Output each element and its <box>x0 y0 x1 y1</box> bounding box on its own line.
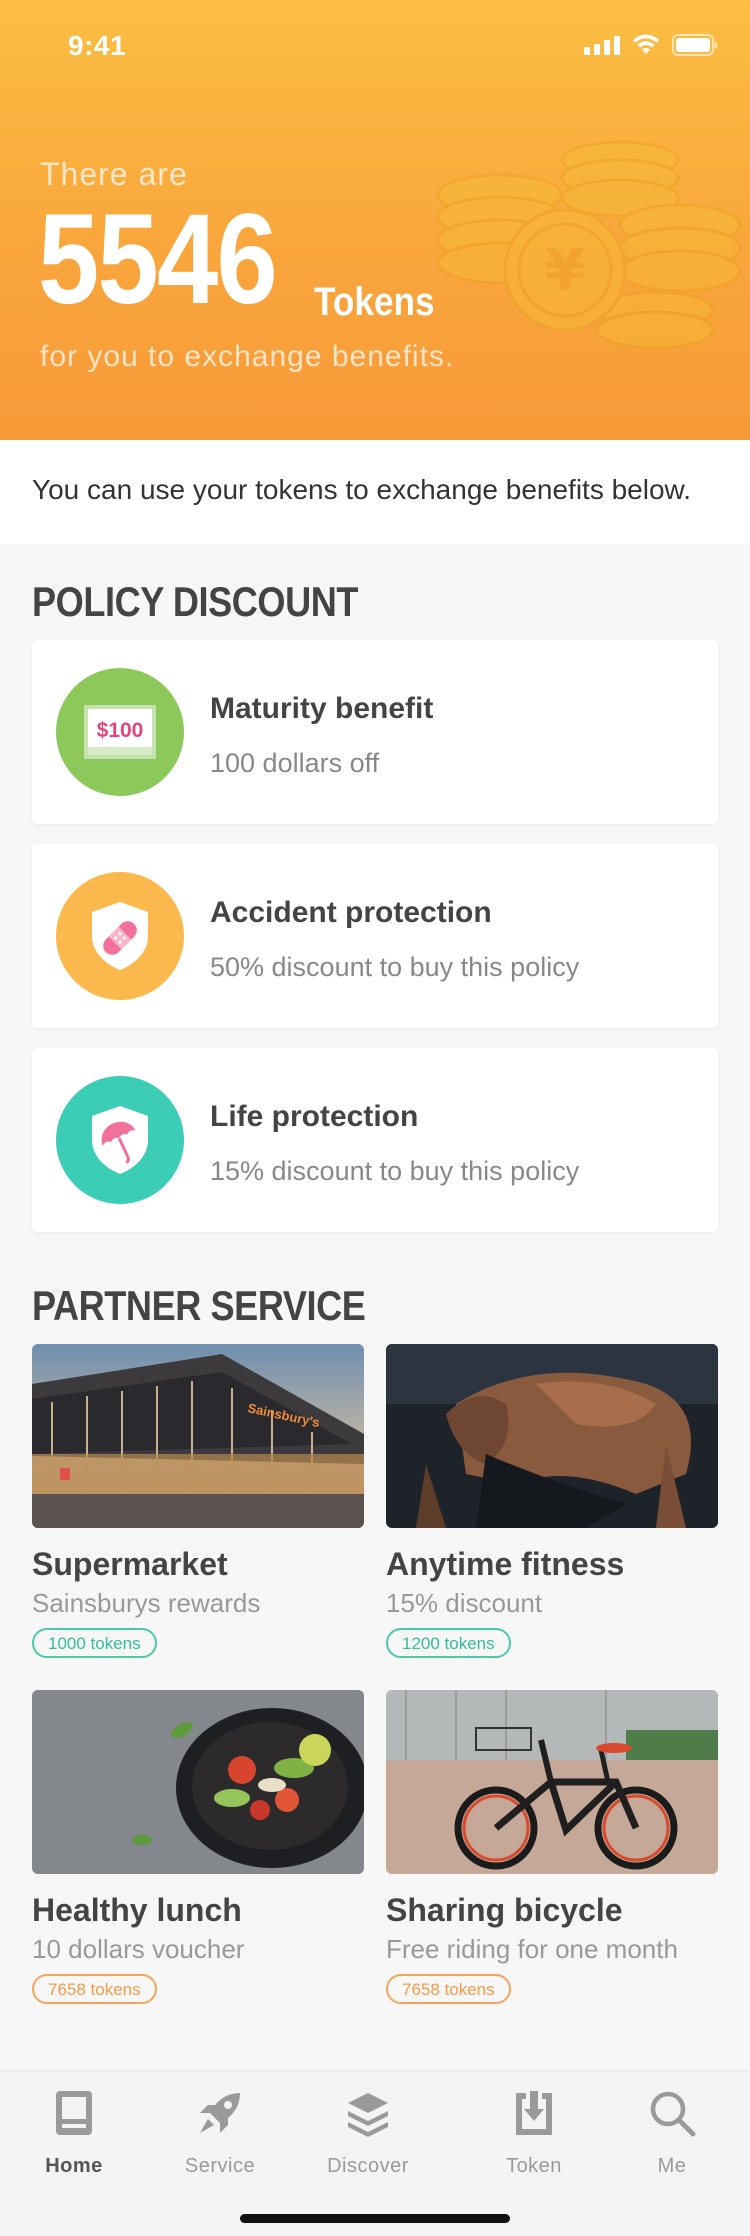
partner-title: Anytime fitness <box>386 1546 625 1582</box>
policy-card-accident-protection[interactable]: Accident protection 50% discount to buy … <box>32 844 718 1028</box>
home-indicator[interactable] <box>240 2214 510 2223</box>
tab-discover[interactable]: Discover <box>308 2085 428 2178</box>
partner-subtitle: Sainsburys rewards <box>32 1588 261 1618</box>
policy-card-maturity-benefit[interactable]: $100 Maturity benefit 100 dollars off <box>32 640 718 824</box>
partner-title: Supermarket <box>32 1546 228 1582</box>
partner-subtitle: Free riding for one month <box>386 1934 678 1964</box>
cellular-signal-icon <box>584 35 620 55</box>
supermarket-photo: Sainsbury's <box>32 1344 364 1528</box>
policy-card-subtitle: 15% discount to buy this policy <box>210 1156 580 1186</box>
tab-home[interactable]: Home <box>14 2085 134 2178</box>
token-cost-badge: 1000 tokens <box>32 1628 157 1658</box>
partner-subtitle: 15% discount <box>386 1588 543 1618</box>
tab-label: Service <box>184 2155 256 2177</box>
token-cost-badge: 7658 tokens <box>386 1974 511 2004</box>
search-icon <box>644 2085 700 2141</box>
policy-card-title: Accident protection <box>210 896 492 929</box>
fitness-photo <box>386 1344 718 1528</box>
battery-icon <box>672 34 718 56</box>
shield-umbrella-icon <box>56 1076 184 1204</box>
layers-icon <box>340 2085 396 2141</box>
status-icons <box>584 34 718 56</box>
money-note-icon: $100 <box>56 668 184 796</box>
policy-card-title: Maturity benefit <box>210 692 434 725</box>
hero-outro-text: for you to exchange benefits. <box>40 340 455 373</box>
bicycle-photo <box>386 1690 718 1874</box>
token-cost-badge: 1200 tokens <box>386 1628 511 1658</box>
tab-me[interactable]: Me <box>612 2085 732 2178</box>
svg-text:¥: ¥ <box>545 236 585 304</box>
intro-strip: You can use your tokens to exchange bene… <box>0 440 750 544</box>
policy-card-life-protection[interactable]: Life protection 15% discount to buy this… <box>32 1048 718 1232</box>
status-bar: 9:41 <box>0 0 750 96</box>
policy-discount-heading: POLICY DISCOUNT <box>32 578 359 625</box>
partner-service-heading: PARTNER SERVICE <box>32 1282 366 1329</box>
tab-label: Discover <box>327 2155 409 2177</box>
partner-title: Healthy lunch <box>32 1892 242 1928</box>
download-icon <box>506 2085 562 2141</box>
policy-card-subtitle: 50% discount to buy this policy <box>210 952 580 982</box>
policy-card-subtitle: 100 dollars off <box>210 748 380 778</box>
coins-illustration: ¥ <box>436 140 742 350</box>
token-balance: 5546 <box>38 188 278 331</box>
tab-label: Me <box>657 2155 687 2177</box>
shield-bandage-icon <box>56 872 184 1000</box>
rocket-icon <box>192 2085 248 2141</box>
partner-subtitle: 10 dollars voucher <box>32 1934 245 1964</box>
policy-card-title: Life protection <box>210 1100 419 1133</box>
tab-label: Token <box>506 2155 562 2177</box>
intro-text: You can use your tokens to exchange bene… <box>32 474 691 505</box>
status-time: 9:41 <box>68 30 127 61</box>
tab-token[interactable]: Token <box>474 2085 594 2178</box>
tab-service[interactable]: Service <box>160 2085 280 2178</box>
partner-title: Sharing bicycle <box>386 1892 623 1928</box>
token-unit-label: Tokens <box>314 280 435 324</box>
home-icon <box>46 2085 102 2141</box>
salad-photo <box>32 1690 364 1874</box>
token-hero-banner: 9:41 ¥ There are 5546 Tokens for you to … <box>0 0 750 440</box>
money-note-label: $100 <box>97 719 144 742</box>
tab-label: Home <box>45 2155 103 2177</box>
wifi-icon <box>632 34 660 56</box>
bottom-tab-bar: Home Service Discover Token Me <box>0 2070 750 2236</box>
token-cost-badge: 7658 tokens <box>32 1974 157 2004</box>
